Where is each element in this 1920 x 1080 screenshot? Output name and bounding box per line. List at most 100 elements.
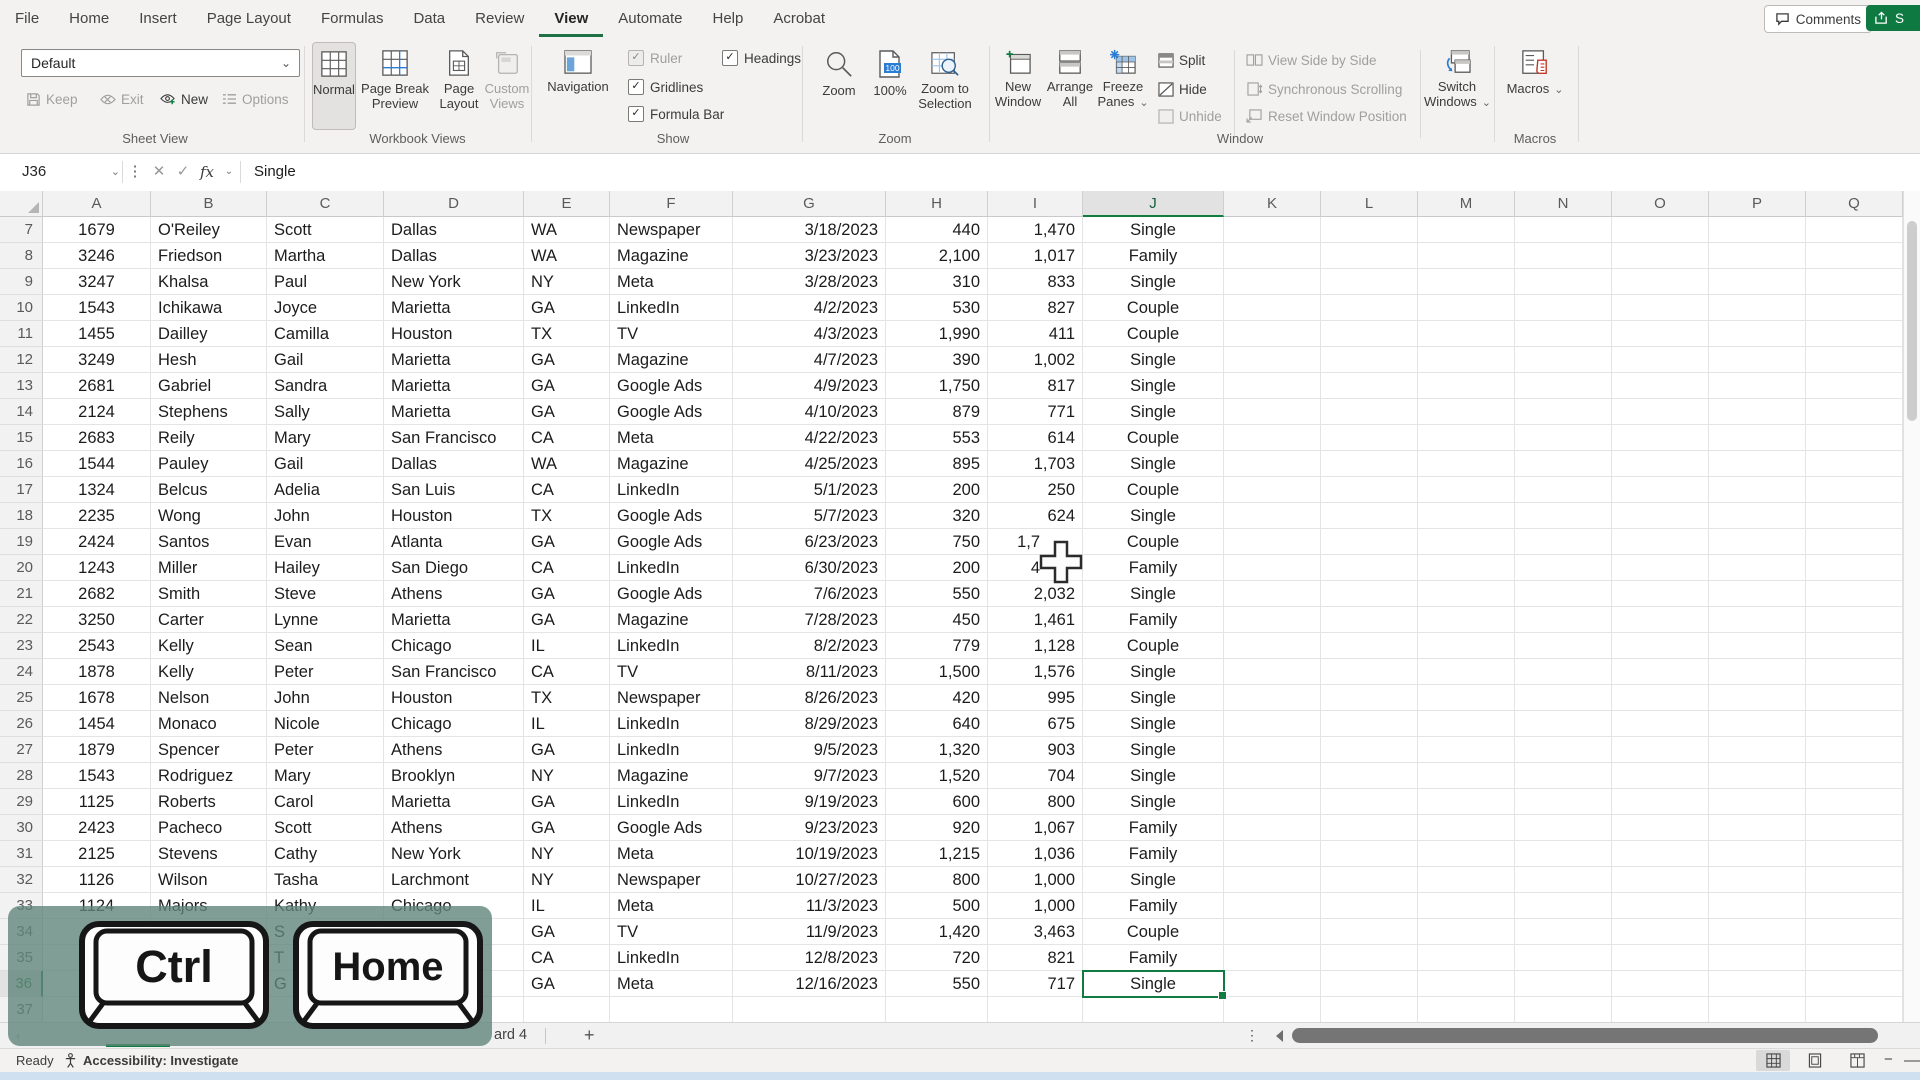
cell-O8[interactable] [1612, 243, 1709, 269]
column-header-N[interactable]: N [1515, 191, 1612, 217]
ribbon-tab-data[interactable]: Data [398, 0, 460, 34]
cell-D28[interactable]: Brooklyn [384, 763, 524, 789]
cell-K15[interactable] [1224, 425, 1321, 451]
cell-N14[interactable] [1515, 399, 1612, 425]
cell-G26[interactable]: 8/29/2023 [733, 711, 886, 737]
cell-B31[interactable]: Stevens [151, 841, 267, 867]
cell-Q22[interactable] [1806, 607, 1903, 633]
cell-G30[interactable]: 9/23/2023 [733, 815, 886, 841]
keep-sheet-view-button[interactable]: Keep [26, 88, 78, 110]
cell-G16[interactable]: 4/25/2023 [733, 451, 886, 477]
cell-E14[interactable]: GA [524, 399, 610, 425]
cell-G9[interactable]: 3/28/2023 [733, 269, 886, 295]
cell-E36[interactable]: GA [524, 971, 610, 997]
cell-Q27[interactable] [1806, 737, 1903, 763]
cell-E19[interactable]: GA [524, 529, 610, 555]
cell-H24[interactable]: 1,500 [886, 659, 988, 685]
cell-F37[interactable] [610, 997, 733, 1022]
cell-O24[interactable] [1612, 659, 1709, 685]
cell-A31[interactable]: 2125 [43, 841, 151, 867]
cell-G33[interactable]: 11/3/2023 [733, 893, 886, 919]
cell-O9[interactable] [1612, 269, 1709, 295]
cell-N22[interactable] [1515, 607, 1612, 633]
cell-D30[interactable]: Athens [384, 815, 524, 841]
row-header-9[interactable]: 9 [0, 269, 43, 295]
new-sheet-view-button[interactable]: New [160, 88, 208, 110]
cell-K19[interactable] [1224, 529, 1321, 555]
cell-Q20[interactable] [1806, 555, 1903, 581]
cell-D10[interactable]: Marietta [384, 295, 524, 321]
cell-E26[interactable]: IL [524, 711, 610, 737]
cell-C21[interactable]: Steve [267, 581, 384, 607]
cell-N8[interactable] [1515, 243, 1612, 269]
cell-A21[interactable]: 2682 [43, 581, 151, 607]
cell-F33[interactable]: Meta [610, 893, 733, 919]
cell-K13[interactable] [1224, 373, 1321, 399]
cell-K21[interactable] [1224, 581, 1321, 607]
cell-J11[interactable]: Couple [1083, 321, 1224, 347]
cell-G25[interactable]: 8/26/2023 [733, 685, 886, 711]
cell-E21[interactable]: GA [524, 581, 610, 607]
cell-A24[interactable]: 1878 [43, 659, 151, 685]
cell-I23[interactable]: 1,128 [988, 633, 1083, 659]
cell-E23[interactable]: IL [524, 633, 610, 659]
cell-G21[interactable]: 7/6/2023 [733, 581, 886, 607]
row-header-8[interactable]: 8 [0, 243, 43, 269]
cell-O22[interactable] [1612, 607, 1709, 633]
cell-A10[interactable]: 1543 [43, 295, 151, 321]
cell-I9[interactable]: 833 [988, 269, 1083, 295]
cell-K9[interactable] [1224, 269, 1321, 295]
cell-A28[interactable]: 1543 [43, 763, 151, 789]
cell-P32[interactable] [1709, 867, 1806, 893]
cell-E12[interactable]: GA [524, 347, 610, 373]
cell-C8[interactable]: Martha [267, 243, 384, 269]
split-button[interactable]: Split [1158, 49, 1205, 71]
cell-P23[interactable] [1709, 633, 1806, 659]
zoom-to-selection-button[interactable]: Zoom to Selection [914, 42, 976, 128]
cell-P29[interactable] [1709, 789, 1806, 815]
cell-J22[interactable]: Family [1083, 607, 1224, 633]
cell-Q34[interactable] [1806, 919, 1903, 945]
cell-M11[interactable] [1418, 321, 1515, 347]
sheet-tab[interactable]: ard 4 [494, 1023, 527, 1049]
cell-J29[interactable]: Single [1083, 789, 1224, 815]
cell-N29[interactable] [1515, 789, 1612, 815]
row-header-29[interactable]: 29 [0, 789, 43, 815]
cell-B20[interactable]: Miller [151, 555, 267, 581]
cell-I27[interactable]: 903 [988, 737, 1083, 763]
cell-E16[interactable]: WA [524, 451, 610, 477]
cell-G19[interactable]: 6/23/2023 [733, 529, 886, 555]
cell-D26[interactable]: Chicago [384, 711, 524, 737]
cell-C27[interactable]: Peter [267, 737, 384, 763]
synchronous-scrolling-button[interactable]: Synchronous Scrolling [1246, 78, 1402, 100]
cell-M33[interactable] [1418, 893, 1515, 919]
cell-N37[interactable] [1515, 997, 1612, 1022]
cell-E28[interactable]: NY [524, 763, 610, 789]
cell-N11[interactable] [1515, 321, 1612, 347]
ribbon-tab-review[interactable]: Review [460, 0, 539, 34]
cell-M9[interactable] [1418, 269, 1515, 295]
cell-L26[interactable] [1321, 711, 1418, 737]
cell-A14[interactable]: 2124 [43, 399, 151, 425]
exit-sheet-view-button[interactable]: Exit [100, 88, 144, 110]
hscroll-left-arrow[interactable] [1276, 1030, 1283, 1042]
cell-C32[interactable]: Tasha [267, 867, 384, 893]
cell-J7[interactable]: Single [1083, 217, 1224, 243]
row-header-28[interactable]: 28 [0, 763, 43, 789]
cell-N7[interactable] [1515, 217, 1612, 243]
cell-L24[interactable] [1321, 659, 1418, 685]
cell-Q24[interactable] [1806, 659, 1903, 685]
cell-I32[interactable]: 1,000 [988, 867, 1083, 893]
cell-G15[interactable]: 4/22/2023 [733, 425, 886, 451]
cell-B22[interactable]: Carter [151, 607, 267, 633]
cell-I22[interactable]: 1,461 [988, 607, 1083, 633]
cell-J14[interactable]: Single [1083, 399, 1224, 425]
cell-G11[interactable]: 4/3/2023 [733, 321, 886, 347]
cell-Q29[interactable] [1806, 789, 1903, 815]
cell-P28[interactable] [1709, 763, 1806, 789]
cell-O27[interactable] [1612, 737, 1709, 763]
cell-I14[interactable]: 771 [988, 399, 1083, 425]
cell-P33[interactable] [1709, 893, 1806, 919]
cell-C12[interactable]: Gail [267, 347, 384, 373]
cell-K34[interactable] [1224, 919, 1321, 945]
